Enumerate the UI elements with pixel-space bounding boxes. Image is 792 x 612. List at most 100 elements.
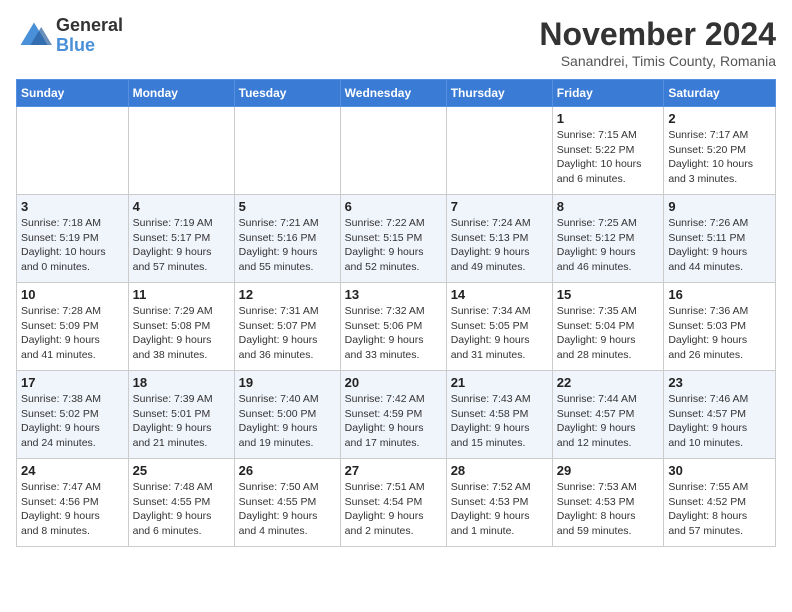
calendar-cell: 2Sunrise: 7:17 AM Sunset: 5:20 PM Daylig… [664, 107, 776, 195]
calendar-cell: 23 Sunrise: 7:46 AM Sunset: 4:57 PM Dayli… [664, 371, 776, 459]
calendar-week-row: 17 Sunrise: 7:38 AM Sunset: 5:02 PM Dayli… [17, 371, 776, 459]
calendar-cell: 12Sunrise: 7:31 AM Sunset: 5:07 PM Dayli… [234, 283, 340, 371]
day-info: Sunrise: 7:32 AM Sunset: 5:06 PM Dayligh… [345, 304, 442, 363]
day-info: Sunrise: 7:29 AM Sunset: 5:08 PM Dayligh… [133, 304, 230, 363]
day-number: 16 [668, 287, 771, 302]
day-number: 25 [133, 463, 230, 478]
day-info: Sunrise: 7:50 AM Sunset: 4:55 PM Dayligh… [239, 480, 336, 539]
day-info: Sunrise: 7:24 AM Sunset: 5:13 PM Dayligh… [451, 216, 548, 275]
day-number: 29 [557, 463, 660, 478]
day-number: 19 [239, 375, 336, 390]
day-number: 6 [345, 199, 442, 214]
month-title: November 2024 [539, 16, 776, 53]
calendar-cell: 17 Sunrise: 7:38 AM Sunset: 5:02 PM Dayli… [17, 371, 129, 459]
day-info: Sunrise: 7:44 AM Sunset: 4:57 PM Dayligh… [557, 392, 660, 451]
calendar-table: SundayMondayTuesdayWednesdayThursdayFrid… [16, 79, 776, 547]
calendar-cell: 9 Sunrise: 7:26 AM Sunset: 5:11 PM Daylig… [664, 195, 776, 283]
calendar-cell: 18 Sunrise: 7:39 AM Sunset: 5:01 PM Dayli… [128, 371, 234, 459]
day-number: 11 [133, 287, 230, 302]
day-info: Sunrise: 7:25 AM Sunset: 5:12 PM Dayligh… [557, 216, 660, 275]
day-info: Sunrise: 7:39 AM Sunset: 5:01 PM Dayligh… [133, 392, 230, 451]
logo-general-text: General [56, 16, 123, 36]
day-info: Sunrise: 7:55 AM Sunset: 4:52 PM Dayligh… [668, 480, 771, 539]
calendar-cell: 15Sunrise: 7:35 AM Sunset: 5:04 PM Dayli… [552, 283, 664, 371]
calendar-cell: 6Sunrise: 7:22 AM Sunset: 5:15 PM Daylig… [340, 195, 446, 283]
calendar-cell: 16 Sunrise: 7:36 AM Sunset: 5:03 PM Dayli… [664, 283, 776, 371]
weekday-header-tuesday: Tuesday [234, 80, 340, 107]
calendar-cell: 8 Sunrise: 7:25 AM Sunset: 5:12 PM Daylig… [552, 195, 664, 283]
day-number: 22 [557, 375, 660, 390]
calendar-cell: 19 Sunrise: 7:40 AM Sunset: 5:00 PM Dayli… [234, 371, 340, 459]
calendar-cell: 14 Sunrise: 7:34 AM Sunset: 5:05 PM Dayli… [446, 283, 552, 371]
calendar-cell [340, 107, 446, 195]
day-info: Sunrise: 7:21 AM Sunset: 5:16 PM Dayligh… [239, 216, 336, 275]
day-number: 27 [345, 463, 442, 478]
calendar-cell: 10 Sunrise: 7:28 AM Sunset: 5:09 PM Dayli… [17, 283, 129, 371]
calendar-cell: 22 Sunrise: 7:44 AM Sunset: 4:57 PM Dayli… [552, 371, 664, 459]
calendar-cell: 24 Sunrise: 7:47 AM Sunset: 4:56 PM Dayli… [17, 459, 129, 547]
calendar-cell: 7Sunrise: 7:24 AM Sunset: 5:13 PM Daylig… [446, 195, 552, 283]
day-number: 4 [133, 199, 230, 214]
day-number: 10 [21, 287, 124, 302]
day-number: 28 [451, 463, 548, 478]
calendar-week-row: 3Sunrise: 7:18 AM Sunset: 5:19 PM Daylig… [17, 195, 776, 283]
day-info: Sunrise: 7:28 AM Sunset: 5:09 PM Dayligh… [21, 304, 124, 363]
weekday-header-sunday: Sunday [17, 80, 129, 107]
day-info: Sunrise: 7:47 AM Sunset: 4:56 PM Dayligh… [21, 480, 124, 539]
calendar-cell: 21 Sunrise: 7:43 AM Sunset: 4:58 PM Dayli… [446, 371, 552, 459]
calendar-cell: 3Sunrise: 7:18 AM Sunset: 5:19 PM Daylig… [17, 195, 129, 283]
day-number: 1 [557, 111, 660, 126]
calendar-cell: 29 Sunrise: 7:53 AM Sunset: 4:53 PM Dayli… [552, 459, 664, 547]
weekday-header-thursday: Thursday [446, 80, 552, 107]
day-info: Sunrise: 7:15 AM Sunset: 5:22 PM Dayligh… [557, 128, 660, 187]
weekday-header-saturday: Saturday [664, 80, 776, 107]
day-info: Sunrise: 7:36 AM Sunset: 5:03 PM Dayligh… [668, 304, 771, 363]
day-number: 8 [557, 199, 660, 214]
calendar-cell: 30Sunrise: 7:55 AM Sunset: 4:52 PM Dayli… [664, 459, 776, 547]
calendar-week-row: 1 Sunrise: 7:15 AM Sunset: 5:22 PM Daylig… [17, 107, 776, 195]
weekday-header-wednesday: Wednesday [340, 80, 446, 107]
day-info: Sunrise: 7:40 AM Sunset: 5:00 PM Dayligh… [239, 392, 336, 451]
calendar-cell: 27Sunrise: 7:51 AM Sunset: 4:54 PM Dayli… [340, 459, 446, 547]
day-number: 2 [668, 111, 771, 126]
day-number: 14 [451, 287, 548, 302]
calendar-cell: 28 Sunrise: 7:52 AM Sunset: 4:53 PM Dayli… [446, 459, 552, 547]
calendar-cell: 11 Sunrise: 7:29 AM Sunset: 5:08 PM Dayli… [128, 283, 234, 371]
day-number: 5 [239, 199, 336, 214]
header: General Blue November 2024 Sanandrei, Ti… [16, 16, 776, 69]
calendar-cell [128, 107, 234, 195]
calendar-cell: 13Sunrise: 7:32 AM Sunset: 5:06 PM Dayli… [340, 283, 446, 371]
day-number: 24 [21, 463, 124, 478]
day-info: Sunrise: 7:43 AM Sunset: 4:58 PM Dayligh… [451, 392, 548, 451]
calendar-cell [17, 107, 129, 195]
day-info: Sunrise: 7:31 AM Sunset: 5:07 PM Dayligh… [239, 304, 336, 363]
logo-blue-text: Blue [56, 36, 123, 56]
weekday-header-friday: Friday [552, 80, 664, 107]
day-info: Sunrise: 7:35 AM Sunset: 5:04 PM Dayligh… [557, 304, 660, 363]
calendar-cell: 5 Sunrise: 7:21 AM Sunset: 5:16 PM Daylig… [234, 195, 340, 283]
logo-icon [16, 18, 52, 54]
title-area: November 2024 Sanandrei, Timis County, R… [539, 16, 776, 69]
day-info: Sunrise: 7:19 AM Sunset: 5:17 PM Dayligh… [133, 216, 230, 275]
day-info: Sunrise: 7:34 AM Sunset: 5:05 PM Dayligh… [451, 304, 548, 363]
weekday-header-monday: Monday [128, 80, 234, 107]
day-number: 26 [239, 463, 336, 478]
calendar-cell [446, 107, 552, 195]
day-info: Sunrise: 7:52 AM Sunset: 4:53 PM Dayligh… [451, 480, 548, 539]
day-number: 17 [21, 375, 124, 390]
calendar-week-row: 24 Sunrise: 7:47 AM Sunset: 4:56 PM Dayli… [17, 459, 776, 547]
day-number: 21 [451, 375, 548, 390]
day-info: Sunrise: 7:53 AM Sunset: 4:53 PM Dayligh… [557, 480, 660, 539]
day-info: Sunrise: 7:26 AM Sunset: 5:11 PM Dayligh… [668, 216, 771, 275]
day-info: Sunrise: 7:18 AM Sunset: 5:19 PM Dayligh… [21, 216, 124, 275]
day-number: 23 [668, 375, 771, 390]
day-info: Sunrise: 7:38 AM Sunset: 5:02 PM Dayligh… [21, 392, 124, 451]
day-info: Sunrise: 7:46 AM Sunset: 4:57 PM Dayligh… [668, 392, 771, 451]
weekday-header-row: SundayMondayTuesdayWednesdayThursdayFrid… [17, 80, 776, 107]
day-info: Sunrise: 7:48 AM Sunset: 4:55 PM Dayligh… [133, 480, 230, 539]
calendar-cell: 4 Sunrise: 7:19 AM Sunset: 5:17 PM Daylig… [128, 195, 234, 283]
day-number: 18 [133, 375, 230, 390]
day-number: 9 [668, 199, 771, 214]
calendar-cell: 20Sunrise: 7:42 AM Sunset: 4:59 PM Dayli… [340, 371, 446, 459]
calendar-week-row: 10 Sunrise: 7:28 AM Sunset: 5:09 PM Dayli… [17, 283, 776, 371]
